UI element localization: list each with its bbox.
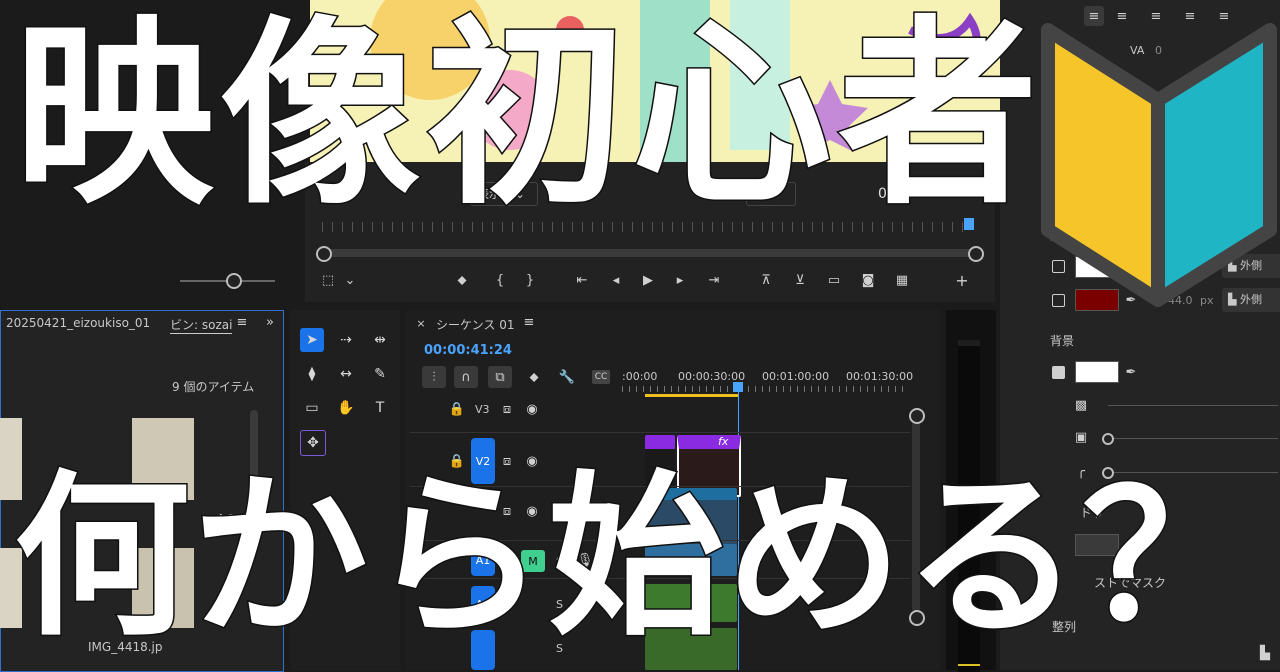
opacity-slider[interactable] [1108,405,1278,406]
step-forward-icon[interactable]: ▸ [670,270,690,290]
lock-icon[interactable]: 🔒 [449,402,465,417]
wrench-icon[interactable]: 🔧 [558,368,576,386]
size-icon: ▣ [1074,429,1088,445]
timeline-timecode: 00:00:41:24 [424,343,512,358]
safe-margins-icon[interactable]: ⬚ [318,270,338,290]
go-to-in-icon[interactable]: ⇤ [572,270,592,290]
toggle-output-icon[interactable]: ⧈ [500,402,514,417]
transform-tool-icon[interactable]: ✥ [300,430,326,456]
sequence-title[interactable]: シーケンス 01 [436,316,515,333]
meter-peak [958,664,980,666]
track-label-v3: V3 [475,403,490,416]
opacity-icon: ▩ [1074,397,1088,413]
compare-view-icon[interactable]: ▭ [824,270,844,290]
track-select-tool-icon[interactable]: ⇢ [334,328,358,352]
step-back-icon[interactable]: ◂ [606,270,626,290]
scrub-bar[interactable] [322,249,974,257]
type-tool-icon[interactable]: T [368,396,392,420]
multicam-icon[interactable]: ▦ [892,270,912,290]
scrub-start-handle[interactable] [316,246,332,262]
menu-icon[interactable]: ≡ [522,314,536,330]
lift-icon[interactable]: ⊼ [756,270,776,290]
eyedropper-icon[interactable]: ✒ [1124,364,1138,380]
background-checkbox[interactable] [1052,366,1065,379]
size-slider[interactable] [1114,438,1278,439]
ripple-edit-tool-icon[interactable]: ⇹ [368,328,392,352]
ruler-ticks [622,386,907,392]
hand-tool-icon[interactable]: ✋ [334,396,358,420]
bin-tab[interactable]: ビン: sozai [170,316,233,334]
nest-icon[interactable]: ⫶ [422,366,446,388]
fx-badge: fx [718,435,729,448]
background-color-white[interactable] [1075,361,1119,383]
scrub-end-handle[interactable] [968,246,984,262]
slip-tool-icon[interactable]: ↔ [334,362,358,386]
linked-selection-icon[interactable]: ⧉ [488,366,512,388]
add-marker-icon[interactable]: ⬥ [526,368,542,386]
go-to-out-icon[interactable]: ⇥ [704,270,724,290]
add-marker-icon[interactable]: ⬥ [452,270,472,290]
ruler-label: 00:01:30:00 [846,370,914,383]
track-divider [410,432,910,433]
size-slider-handle[interactable] [1102,433,1114,445]
ruler-label: 00:01:00:00 [762,370,830,383]
razor-tool-icon[interactable]: ⧫ [300,362,324,386]
item-count: 9 個のアイテム [172,380,255,394]
rectangle-tool-icon[interactable]: ▭ [300,396,324,420]
pen-tool-icon[interactable]: ✎ [368,362,392,386]
play-icon[interactable]: ▶ [638,270,658,290]
extract-icon[interactable]: ⊻ [790,270,810,290]
headline-line-2: 何から始める？ [12,455,1261,660]
menu-icon[interactable]: ≡ [234,314,250,330]
beginner-mark-icon [1038,0,1280,310]
chevron-down-icon[interactable]: ⌄ [342,270,358,290]
headline-line-1: 映像初心者 [12,0,1045,232]
close-icon[interactable]: × [414,316,428,330]
mark-out-icon[interactable]: } [520,270,540,290]
transport-bar: ⬚ ⌄ ⬥ { } ⇤ ◂ ▶ ▸ ⇥ ⊼ ⊻ ▭ ◙ ▦ + [318,270,978,292]
selection-tool-icon[interactable]: ➤ [300,328,324,352]
panel-corner-icon[interactable]: ▙ [1258,646,1272,661]
project-name: 20250421_eizoukiso_01 [6,316,151,330]
chevron-right-icon[interactable]: » [262,314,278,330]
camera-icon[interactable]: ◙ [858,270,878,290]
add-button-icon[interactable]: + [952,270,972,290]
zoom-slider-handle[interactable] [226,273,242,289]
mark-in-icon[interactable]: { [490,270,510,290]
eye-icon[interactable]: ◉ [524,402,540,417]
scroll-handle-top[interactable] [909,408,925,424]
work-area-bar[interactable] [645,394,739,397]
timeline-playhead[interactable] [733,382,743,392]
snap-icon[interactable]: ∩ [454,366,478,388]
background-section-label: 背景 [1050,334,1075,348]
captions-icon[interactable]: CC [592,370,610,384]
ruler-label: :00:00 [622,370,658,383]
